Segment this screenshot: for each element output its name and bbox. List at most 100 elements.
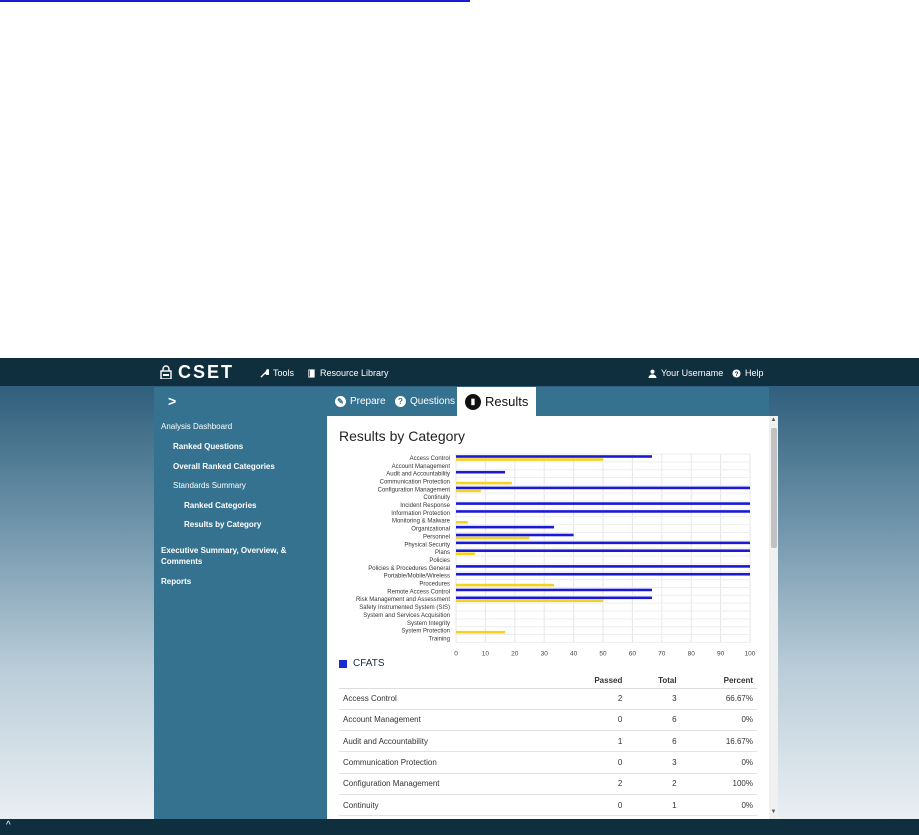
bar-blue[interactable] xyxy=(456,596,653,600)
tools-label: Tools xyxy=(273,368,295,378)
bar-blue[interactable] xyxy=(456,541,750,545)
wrench-icon xyxy=(260,368,269,378)
cell-category: Audit and Accountability xyxy=(339,730,553,753)
bar-yellow[interactable] xyxy=(456,630,506,634)
tab-questions[interactable]: ? Questions xyxy=(395,387,455,416)
col-header-passed: Passed xyxy=(552,674,627,689)
question-circle-icon: ? xyxy=(732,368,741,378)
prepare-icon: ✎ xyxy=(335,396,346,407)
user-menu[interactable]: Your Username xyxy=(648,365,723,381)
help-label: Help xyxy=(745,368,764,378)
sidebar-item-overall-ranked-categories[interactable]: Overall Ranked Categories xyxy=(173,462,275,471)
x-tick-label: 0 xyxy=(454,650,458,656)
resource-library-menu[interactable]: Resource Library xyxy=(307,365,389,381)
x-tick-label: 90 xyxy=(717,650,725,656)
bar-blue[interactable] xyxy=(456,533,574,537)
bar-chart-icon: ▮ xyxy=(465,393,481,410)
svg-text:?: ? xyxy=(735,371,739,378)
sidebar-item-reports[interactable]: Reports xyxy=(161,577,191,586)
main-content: Results by Category 0 10 20 30 40 50 60 70 80 90 1… xyxy=(327,416,769,819)
question-icon: ? xyxy=(395,396,406,407)
sidebar-item-results-by-category[interactable]: Results by Category xyxy=(184,520,261,529)
x-tick-label: 10 xyxy=(482,650,490,656)
cell-total: 3 xyxy=(626,751,681,774)
chart-legend: CFATS xyxy=(339,658,384,669)
sidebar-item-standards-summary[interactable]: Standards Summary xyxy=(173,481,246,490)
cell-category: Account Management xyxy=(339,709,553,732)
category-label: Personnel xyxy=(423,534,450,540)
bar-yellow[interactable] xyxy=(456,489,481,493)
cell-category: Access Control xyxy=(339,688,553,710)
category-label: Procedures xyxy=(419,582,450,588)
bar-blue[interactable] xyxy=(456,549,750,552)
top-link-underline[interactable] xyxy=(0,0,470,2)
results-bar-chart: 0 10 20 30 40 50 60 70 80 90 100 Access Control Acco… xyxy=(356,453,756,656)
category-label: Configuration Management xyxy=(378,487,451,493)
category-label: System Integrity xyxy=(407,621,450,627)
sidebar-item-analysis-dashboard[interactable]: Analysis Dashboard xyxy=(161,422,232,431)
category-label: Risk Management and Assessment xyxy=(356,597,450,603)
col-header-total: Total xyxy=(626,674,681,689)
bar-yellow[interactable] xyxy=(456,481,512,485)
bar-blue[interactable] xyxy=(456,510,750,513)
col-header-category xyxy=(339,674,553,689)
cset-logo[interactable]: CSET xyxy=(160,362,234,382)
bar-blue[interactable] xyxy=(456,565,750,568)
sidebar-item-executive-summary-line2[interactable]: Comments xyxy=(161,557,202,566)
category-label: Audit and Accountability xyxy=(386,472,450,478)
table-row: Configuration Management 2 2 100% xyxy=(339,773,757,795)
table-row: Continuity 0 1 0% xyxy=(339,794,757,817)
tab-results[interactable]: ▮ Results xyxy=(457,387,537,416)
scroll-down-arrow-icon[interactable]: ▼ xyxy=(769,809,778,818)
category-label: Organizational xyxy=(411,527,450,533)
category-label: Plans xyxy=(435,550,450,556)
x-tick-label: 60 xyxy=(629,650,637,656)
table-row: Account Management 0 6 0% xyxy=(339,709,757,732)
tools-menu[interactable]: Tools xyxy=(260,365,294,381)
cell-percent: 16.67% xyxy=(680,730,757,753)
sidebar-item-ranked-categories[interactable]: Ranked Categories xyxy=(184,501,256,510)
category-label: Training xyxy=(429,636,450,642)
category-label: System and Services Acquisition xyxy=(363,613,450,619)
bar-yellow[interactable] xyxy=(456,521,468,524)
sidebar-toggle-button[interactable]: > xyxy=(154,387,327,416)
bar-blue[interactable] xyxy=(456,470,506,474)
category-label: Policies & Procedures General xyxy=(368,566,450,572)
x-tick-label: 100 xyxy=(745,650,756,656)
bar-yellow[interactable] xyxy=(456,552,476,555)
bar-yellow[interactable] xyxy=(456,599,603,603)
lock-icon xyxy=(160,365,172,379)
sidebar-item-ranked-questions[interactable]: Ranked Questions xyxy=(173,442,243,451)
category-label: System Protection xyxy=(401,629,450,635)
category-label: Incident Response xyxy=(400,503,450,509)
x-tick-label: 80 xyxy=(688,650,696,656)
category-label: Policies xyxy=(429,558,450,564)
tab-prepare[interactable]: ✎ Prepare xyxy=(335,387,386,416)
bar-yellow[interactable] xyxy=(456,458,603,461)
book-icon xyxy=(308,368,315,378)
tab-results-label: Results xyxy=(485,394,529,409)
bar-blue[interactable] xyxy=(456,502,750,505)
bar-blue[interactable] xyxy=(456,455,653,458)
scrollbar-thumb[interactable] xyxy=(771,428,777,548)
cell-passed: 2 xyxy=(552,688,627,710)
x-tick-label: 50 xyxy=(599,650,607,656)
bar-blue[interactable] xyxy=(456,525,554,529)
bar-yellow[interactable] xyxy=(456,536,530,540)
bar-yellow[interactable] xyxy=(456,583,554,587)
page-title: Results by Category xyxy=(339,428,466,444)
bar-blue[interactable] xyxy=(456,588,653,592)
caret-up-icon[interactable]: ^ xyxy=(6,820,11,831)
category-label: Access Control xyxy=(410,456,450,462)
cell-total: 1 xyxy=(626,794,681,817)
cell-passed: 0 xyxy=(552,751,627,774)
sidebar-item-executive-summary[interactable]: Executive Summary, Overview, & xyxy=(161,546,286,555)
help-menu[interactable]: ? Help xyxy=(732,365,764,381)
cell-category: Configuration Management xyxy=(339,773,553,795)
scroll-up-arrow-icon[interactable]: ▲ xyxy=(769,417,778,426)
legend-label: CFATS xyxy=(353,658,385,669)
table-header-row: Passed Total Percent xyxy=(339,674,757,689)
bar-blue[interactable] xyxy=(456,572,750,576)
cell-category: Continuity xyxy=(339,794,553,817)
bar-blue[interactable] xyxy=(456,486,750,490)
